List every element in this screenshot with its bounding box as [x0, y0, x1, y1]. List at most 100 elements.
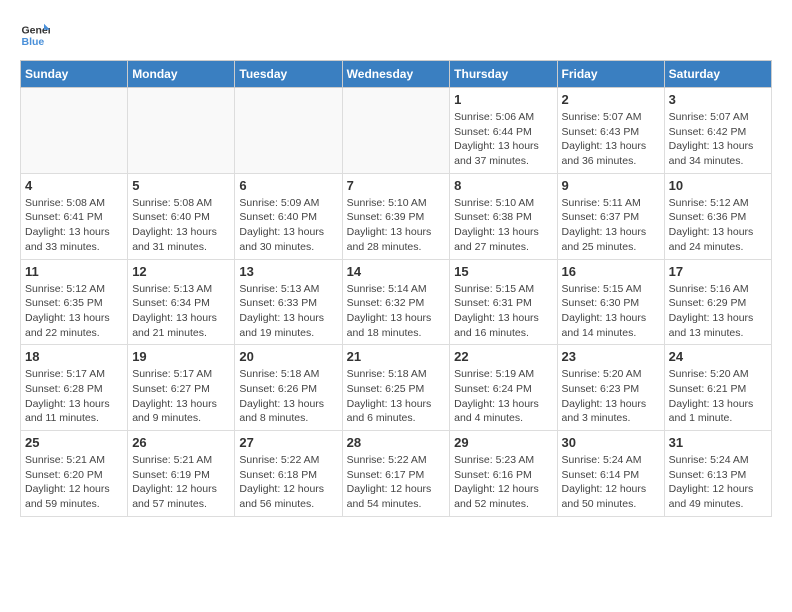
day-number: 14 — [347, 264, 446, 279]
day-number: 27 — [239, 435, 337, 450]
week-row-1: 1 Sunrise: 5:06 AM Sunset: 6:44 PM Daylig… — [21, 88, 772, 174]
day-info: Sunrise: 5:08 AM Sunset: 6:40 PM Dayligh… — [132, 196, 230, 255]
day-number: 21 — [347, 349, 446, 364]
day-number: 22 — [454, 349, 552, 364]
day-info: Sunrise: 5:17 AM Sunset: 6:28 PM Dayligh… — [25, 367, 123, 426]
day-info: Sunrise: 5:24 AM Sunset: 6:13 PM Dayligh… — [669, 453, 767, 512]
day-info: Sunrise: 5:15 AM Sunset: 6:31 PM Dayligh… — [454, 282, 552, 341]
calendar-cell: 28 Sunrise: 5:22 AM Sunset: 6:17 PM Dayli… — [342, 431, 450, 517]
day-number: 24 — [669, 349, 767, 364]
week-row-2: 4Sunrise: 5:08 AM Sunset: 6:41 PM Daylig… — [21, 173, 772, 259]
day-number: 16 — [562, 264, 660, 279]
calendar-cell: 10Sunrise: 5:12 AM Sunset: 6:36 PM Dayli… — [664, 173, 771, 259]
calendar-cell — [342, 88, 450, 174]
day-info: Sunrise: 5:14 AM Sunset: 6:32 PM Dayligh… — [347, 282, 446, 341]
day-number: 28 — [347, 435, 446, 450]
day-number: 9 — [562, 178, 660, 193]
calendar-cell: 1 Sunrise: 5:06 AM Sunset: 6:44 PM Daylig… — [450, 88, 557, 174]
calendar-cell: 4Sunrise: 5:08 AM Sunset: 6:41 PM Daylig… — [21, 173, 128, 259]
day-info: Sunrise: 5:19 AM Sunset: 6:24 PM Dayligh… — [454, 367, 552, 426]
day-number: 26 — [132, 435, 230, 450]
logo-icon: GeneralBlue — [20, 20, 50, 50]
day-info: Sunrise: 5:21 AM Sunset: 6:20 PM Dayligh… — [25, 453, 123, 512]
day-info: Sunrise: 5:13 AM Sunset: 6:34 PM Dayligh… — [132, 282, 230, 341]
calendar-cell: 6 Sunrise: 5:09 AM Sunset: 6:40 PM Daylig… — [235, 173, 342, 259]
calendar-cell: 5 Sunrise: 5:08 AM Sunset: 6:40 PM Daylig… — [128, 173, 235, 259]
day-info: Sunrise: 5:18 AM Sunset: 6:25 PM Dayligh… — [347, 367, 446, 426]
day-info: Sunrise: 5:20 AM Sunset: 6:21 PM Dayligh… — [669, 367, 767, 426]
day-info: Sunrise: 5:18 AM Sunset: 6:26 PM Dayligh… — [239, 367, 337, 426]
day-number: 15 — [454, 264, 552, 279]
day-info: Sunrise: 5:07 AM Sunset: 6:43 PM Dayligh… — [562, 110, 660, 169]
day-info: Sunrise: 5:23 AM Sunset: 6:16 PM Dayligh… — [454, 453, 552, 512]
day-info: Sunrise: 5:22 AM Sunset: 6:18 PM Dayligh… — [239, 453, 337, 512]
day-number: 23 — [562, 349, 660, 364]
day-number: 7 — [347, 178, 446, 193]
day-number: 1 — [454, 92, 552, 107]
weekday-header-saturday: Saturday — [664, 61, 771, 88]
calendar-cell — [235, 88, 342, 174]
calendar-cell: 29 Sunrise: 5:23 AM Sunset: 6:16 PM Dayli… — [450, 431, 557, 517]
day-info: Sunrise: 5:10 AM Sunset: 6:38 PM Dayligh… — [454, 196, 552, 255]
day-info: Sunrise: 5:06 AM Sunset: 6:44 PM Dayligh… — [454, 110, 552, 169]
day-number: 11 — [25, 264, 123, 279]
calendar-cell: 17Sunrise: 5:16 AM Sunset: 6:29 PM Dayli… — [664, 259, 771, 345]
calendar-cell: 23 Sunrise: 5:20 AM Sunset: 6:23 PM Dayli… — [557, 345, 664, 431]
day-number: 30 — [562, 435, 660, 450]
weekday-header-tuesday: Tuesday — [235, 61, 342, 88]
calendar-cell: 24 Sunrise: 5:20 AM Sunset: 6:21 PM Dayli… — [664, 345, 771, 431]
day-number: 17 — [669, 264, 767, 279]
day-number: 19 — [132, 349, 230, 364]
calendar-cell: 22 Sunrise: 5:19 AM Sunset: 6:24 PM Dayli… — [450, 345, 557, 431]
page-header: GeneralBlue — [20, 20, 772, 50]
weekday-header-monday: Monday — [128, 61, 235, 88]
day-info: Sunrise: 5:20 AM Sunset: 6:23 PM Dayligh… — [562, 367, 660, 426]
calendar-cell: 14 Sunrise: 5:14 AM Sunset: 6:32 PM Dayli… — [342, 259, 450, 345]
day-number: 31 — [669, 435, 767, 450]
day-number: 6 — [239, 178, 337, 193]
day-number: 8 — [454, 178, 552, 193]
calendar-cell: 26 Sunrise: 5:21 AM Sunset: 6:19 PM Dayli… — [128, 431, 235, 517]
calendar-cell: 19 Sunrise: 5:17 AM Sunset: 6:27 PM Dayli… — [128, 345, 235, 431]
calendar-cell: 2 Sunrise: 5:07 AM Sunset: 6:43 PM Daylig… — [557, 88, 664, 174]
calendar-cell: 12Sunrise: 5:13 AM Sunset: 6:34 PM Dayli… — [128, 259, 235, 345]
calendar-cell: 3 Sunrise: 5:07 AM Sunset: 6:42 PM Daylig… — [664, 88, 771, 174]
calendar-cell — [21, 88, 128, 174]
weekday-header-wednesday: Wednesday — [342, 61, 450, 88]
calendar-cell: 11 Sunrise: 5:12 AM Sunset: 6:35 PM Dayli… — [21, 259, 128, 345]
day-number: 10 — [669, 178, 767, 193]
calendar-cell: 20 Sunrise: 5:18 AM Sunset: 6:26 PM Dayli… — [235, 345, 342, 431]
day-info: Sunrise: 5:07 AM Sunset: 6:42 PM Dayligh… — [669, 110, 767, 169]
calendar-cell: 9 Sunrise: 5:11 AM Sunset: 6:37 PM Daylig… — [557, 173, 664, 259]
calendar-cell: 31 Sunrise: 5:24 AM Sunset: 6:13 PM Dayli… — [664, 431, 771, 517]
day-number: 20 — [239, 349, 337, 364]
day-number: 29 — [454, 435, 552, 450]
day-info: Sunrise: 5:11 AM Sunset: 6:37 PM Dayligh… — [562, 196, 660, 255]
day-number: 13 — [239, 264, 337, 279]
logo: GeneralBlue — [20, 20, 50, 50]
day-info: Sunrise: 5:12 AM Sunset: 6:35 PM Dayligh… — [25, 282, 123, 341]
calendar-cell: 30 Sunrise: 5:24 AM Sunset: 6:14 PM Dayli… — [557, 431, 664, 517]
calendar-cell: 21 Sunrise: 5:18 AM Sunset: 6:25 PM Dayli… — [342, 345, 450, 431]
day-number: 4 — [25, 178, 123, 193]
week-row-3: 11 Sunrise: 5:12 AM Sunset: 6:35 PM Dayli… — [21, 259, 772, 345]
calendar-cell — [128, 88, 235, 174]
day-info: Sunrise: 5:21 AM Sunset: 6:19 PM Dayligh… — [132, 453, 230, 512]
calendar-cell: 16 Sunrise: 5:15 AM Sunset: 6:30 PM Dayli… — [557, 259, 664, 345]
day-number: 2 — [562, 92, 660, 107]
day-number: 5 — [132, 178, 230, 193]
day-info: Sunrise: 5:10 AM Sunset: 6:39 PM Dayligh… — [347, 196, 446, 255]
calendar-cell: 25Sunrise: 5:21 AM Sunset: 6:20 PM Dayli… — [21, 431, 128, 517]
day-info: Sunrise: 5:13 AM Sunset: 6:33 PM Dayligh… — [239, 282, 337, 341]
day-info: Sunrise: 5:17 AM Sunset: 6:27 PM Dayligh… — [132, 367, 230, 426]
weekday-header-friday: Friday — [557, 61, 664, 88]
calendar-cell: 18 Sunrise: 5:17 AM Sunset: 6:28 PM Dayli… — [21, 345, 128, 431]
week-row-4: 18 Sunrise: 5:17 AM Sunset: 6:28 PM Dayli… — [21, 345, 772, 431]
day-info: Sunrise: 5:22 AM Sunset: 6:17 PM Dayligh… — [347, 453, 446, 512]
svg-text:Blue: Blue — [22, 36, 45, 48]
day-info: Sunrise: 5:09 AM Sunset: 6:40 PM Dayligh… — [239, 196, 337, 255]
day-info: Sunrise: 5:24 AM Sunset: 6:14 PM Dayligh… — [562, 453, 660, 512]
day-number: 18 — [25, 349, 123, 364]
day-info: Sunrise: 5:15 AM Sunset: 6:30 PM Dayligh… — [562, 282, 660, 341]
day-number: 3 — [669, 92, 767, 107]
